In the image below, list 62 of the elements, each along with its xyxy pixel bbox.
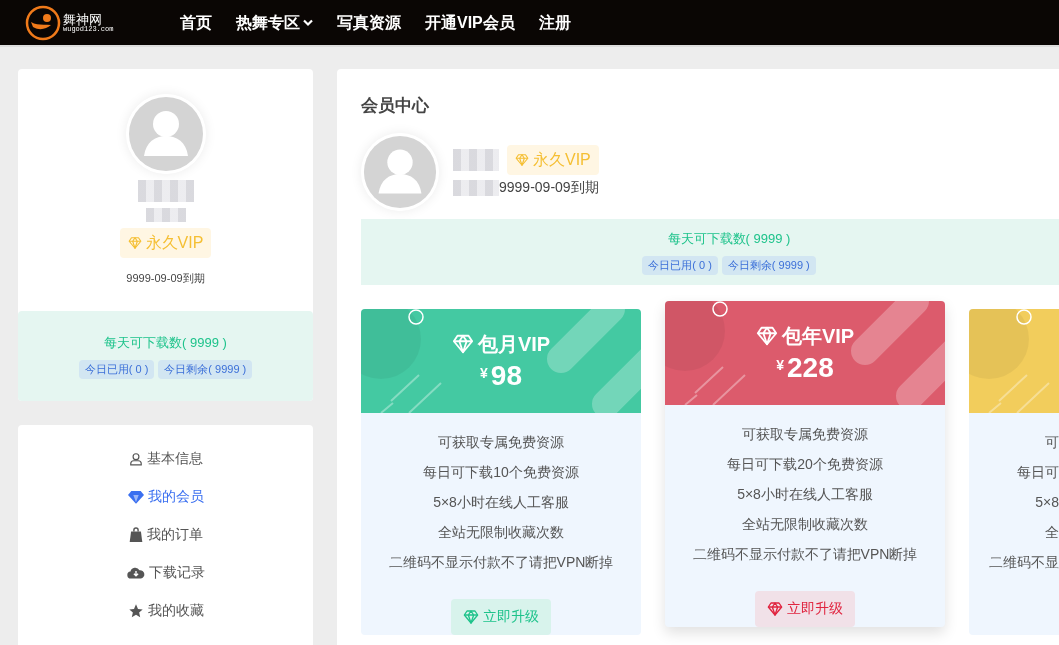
currency-sign: ¥ xyxy=(480,363,488,383)
expiry-date: 9999-09-09到期 xyxy=(499,178,599,197)
blurred-text xyxy=(453,149,499,171)
diamond-icon xyxy=(127,489,144,504)
avatar-icon xyxy=(125,94,206,174)
diamond-icon xyxy=(127,236,142,250)
upgrade-button[interactable]: 立即升级 xyxy=(755,590,855,627)
plan-feature: 全站无限制收藏次数 xyxy=(742,514,868,534)
currency-sign: ¥ xyxy=(776,355,785,375)
vip-label: 永久VIP xyxy=(533,150,591,170)
menu-item[interactable]: 我的订单 xyxy=(128,522,203,547)
nav-link[interactable]: 注册 xyxy=(538,10,571,35)
nav-link[interactable]: 热舞专区 xyxy=(236,10,313,35)
nav-link[interactable]: 开通VIP会员 xyxy=(425,10,515,35)
blurred-text xyxy=(145,208,186,222)
avatar-icon xyxy=(361,132,439,211)
plan-feature: 可获取专属免费资源 xyxy=(438,432,564,452)
menu-item[interactable]: 我的会员 xyxy=(127,484,204,509)
plan-title: 包月VIP xyxy=(477,331,551,357)
menu-item[interactable]: 我的收藏 xyxy=(127,598,204,623)
plan-feature: 每日可下载10个免费资源 xyxy=(423,462,579,482)
diamond-icon xyxy=(451,332,474,355)
star-icon xyxy=(127,602,144,619)
plan-feature: 全 xyxy=(1045,522,1059,542)
remaining-tag: 今日剩余( 9999 ) xyxy=(721,256,816,275)
logo-icon xyxy=(25,4,61,41)
plan-feature: 可 xyxy=(1045,432,1059,452)
plan-feature: 5×8小时在线人工客服 xyxy=(433,492,569,512)
plan-feature: 5×8小时在线人工客服 xyxy=(737,484,873,504)
logo-title: 舞神网 xyxy=(63,12,102,26)
plan-feature: 全站无限制收藏次数 xyxy=(438,522,564,542)
diamond-icon xyxy=(755,324,778,347)
vip-label: 永久VIP xyxy=(145,233,204,253)
menu-item[interactable]: 基本信息 xyxy=(128,446,203,471)
plan-feature: 二维码不显示付款不了请把VPN断掉 xyxy=(388,552,614,572)
used-tag: 今日已用( 0 ) xyxy=(78,360,155,379)
blurred-text xyxy=(137,180,194,202)
quota-title: 每天可下载数( 9999 ) xyxy=(667,229,791,248)
section-title: 会员中心 xyxy=(361,95,430,117)
plan-feature: 每日可下载20个免费资源 xyxy=(727,454,883,474)
quota-title: 每天可下载数( 9999 ) xyxy=(104,333,227,352)
plan-feature: 二维码不显示付款不了请把VPN断掉 xyxy=(692,544,918,564)
plan-price: 228 xyxy=(787,350,834,385)
diamond-icon xyxy=(515,153,529,167)
nav-link[interactable]: 写真资源 xyxy=(337,10,401,35)
diamond-icon xyxy=(767,600,783,617)
remaining-tag: 今日剩余( 9999 ) xyxy=(158,360,253,379)
menu-item[interactable]: 下载记录 xyxy=(126,560,205,585)
plan-feature: 二维码不显 xyxy=(989,552,1059,572)
diamond-icon xyxy=(463,608,479,625)
cloud-download-icon xyxy=(126,565,145,580)
blurred-text xyxy=(453,179,499,196)
user-icon xyxy=(128,451,143,466)
plan-feature: 可获取专属免费资源 xyxy=(742,424,868,444)
plan-title: 包年VIP xyxy=(781,323,855,349)
plan-price: 98 xyxy=(490,358,522,393)
plan-feature: 每日可 xyxy=(1017,462,1059,482)
expiry-date: 9999-09-09到期 xyxy=(126,271,205,286)
shopping-bag-icon xyxy=(128,526,143,543)
nav-link[interactable]: 首页 xyxy=(180,10,212,35)
used-tag: 今日已用( 0 ) xyxy=(642,256,718,275)
plan-feature: 5×8 xyxy=(1035,492,1059,512)
